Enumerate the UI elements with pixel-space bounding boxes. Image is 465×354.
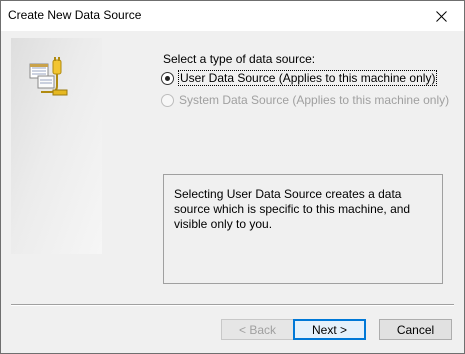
create-data-source-dialog: Create New Data Source Select a type of … — [0, 0, 465, 354]
dialog-body: Select a type of data source: User Data … — [1, 31, 464, 353]
system-data-source-radio — [161, 93, 174, 107]
title-bar: Create New Data Source — [1, 1, 464, 31]
select-type-label: Select a type of data source: — [163, 52, 316, 66]
description-text: Selecting User Data Source creates a dat… — [174, 187, 411, 231]
close-button[interactable] — [418, 1, 464, 31]
user-data-source-label[interactable]: User Data Source (Applies to this machin… — [177, 70, 438, 86]
cancel-button[interactable]: Cancel — [379, 319, 452, 340]
user-data-source-option[interactable]: User Data Source (Applies to this machin… — [161, 70, 438, 86]
data-source-wizard-icon — [29, 57, 68, 96]
system-data-source-label: System Data Source (Applies to this mach… — [179, 93, 450, 107]
close-icon — [435, 10, 447, 22]
window-title: Create New Data Source — [8, 8, 142, 22]
back-button: < Back — [221, 319, 294, 340]
system-data-source-option: System Data Source (Applies to this mach… — [161, 93, 449, 107]
button-separator — [11, 304, 454, 306]
wizard-side-panel — [11, 38, 102, 254]
user-data-source-radio[interactable] — [161, 71, 174, 85]
description-box: Selecting User Data Source creates a dat… — [163, 174, 443, 284]
next-button[interactable]: Next > — [293, 319, 366, 340]
